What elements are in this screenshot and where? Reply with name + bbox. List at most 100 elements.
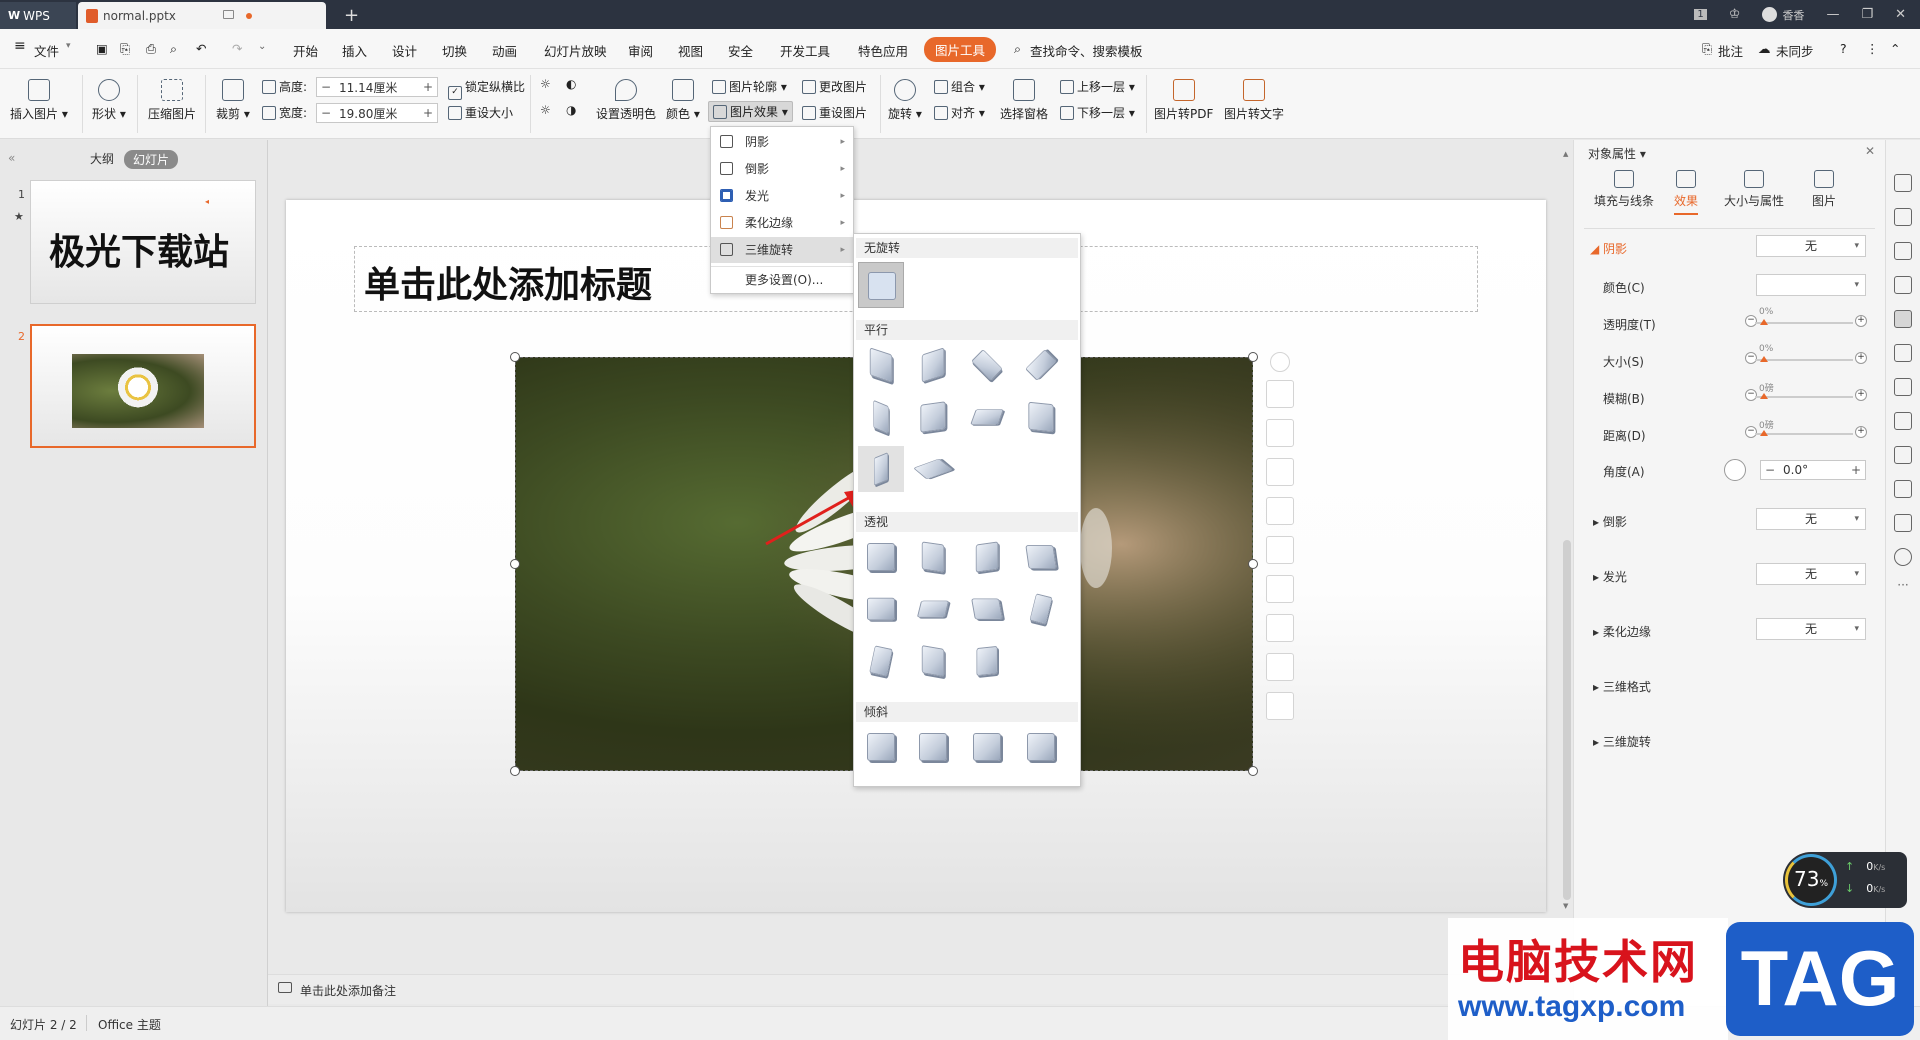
- chevron-down-icon[interactable]: ▾: [66, 41, 71, 51]
- notes-placeholder[interactable]: 单击此处添加备注: [300, 982, 396, 999]
- set-transparent-button[interactable]: 设置透明色: [596, 79, 656, 122]
- reflection-preset-select[interactable]: 无: [1756, 508, 1866, 530]
- compress-picture-button[interactable]: 压缩图片: [148, 79, 196, 122]
- shadow-preset-select[interactable]: 无: [1756, 235, 1866, 257]
- pin-icon[interactable]: [1894, 174, 1912, 192]
- height-input[interactable]: −11.14厘米 +: [316, 77, 438, 97]
- combine-icon[interactable]: [1266, 614, 1294, 642]
- command-search[interactable]: 查找命令、搜索模板: [1030, 41, 1143, 60]
- print-icon[interactable]: ⎙: [146, 41, 156, 57]
- shapes-icon[interactable]: [1894, 242, 1912, 260]
- tab-picture[interactable]: 图片: [1784, 170, 1864, 209]
- menu-item-reflection[interactable]: 倒影 ▸: [711, 156, 853, 182]
- parallel-option-5[interactable]: [858, 394, 904, 440]
- 3d-rotation-section-toggle[interactable]: ▸ 三维旋转: [1593, 733, 1651, 750]
- parallel-option-1[interactable]: [858, 342, 904, 388]
- help-icon[interactable]: ?: [1840, 41, 1847, 56]
- vertical-scrollbar[interactable]: ▲ ▼: [1562, 150, 1572, 910]
- annotate-icon[interactable]: ⎘: [1702, 41, 1712, 57]
- align-button[interactable]: 对齐 ▾: [934, 104, 985, 121]
- slider-thumb[interactable]: [1760, 319, 1768, 325]
- parallel-option-7[interactable]: [964, 394, 1010, 440]
- decrease-width-icon[interactable]: −: [317, 106, 335, 120]
- size-slider[interactable]: −0% +: [1745, 344, 1867, 366]
- oblique-option-3[interactable]: [964, 724, 1010, 770]
- reflection-section-toggle[interactable]: ▸ 倒影: [1593, 513, 1627, 530]
- brightness-up-icon[interactable]: ☼: [540, 77, 551, 91]
- audio-icon[interactable]: [1894, 446, 1912, 464]
- perspective-option-1[interactable]: [858, 534, 904, 580]
- more-icon[interactable]: ⋮: [1866, 41, 1879, 56]
- increase-height-icon[interactable]: +: [419, 80, 437, 94]
- close-icon[interactable]: ✕: [1895, 7, 1906, 22]
- minus-icon[interactable]: −: [1745, 315, 1757, 327]
- angle-dial[interactable]: [1724, 459, 1746, 481]
- resize-handle-se[interactable]: [1248, 766, 1258, 776]
- increase-width-icon[interactable]: +: [419, 106, 437, 120]
- parallel-option-10[interactable]: [910, 446, 956, 492]
- layers-icon[interactable]: [1266, 380, 1294, 408]
- oblique-option-1[interactable]: [858, 724, 904, 770]
- zoom-icon[interactable]: [1266, 497, 1294, 525]
- properties-icon[interactable]: [1894, 310, 1912, 328]
- 3d-format-section-toggle[interactable]: ▸ 三维格式: [1593, 678, 1651, 695]
- collapse-toolbar-icon[interactable]: [1270, 352, 1290, 372]
- resize-handle-w[interactable]: [510, 559, 520, 569]
- perspective-option-4[interactable]: [1018, 534, 1064, 580]
- collapse-panel-icon[interactable]: «: [8, 151, 15, 165]
- speed-widget[interactable]: 73% ↑ 0K/s ↓ 0K/s: [1783, 852, 1907, 908]
- close-panel-icon[interactable]: ✕: [1865, 144, 1875, 158]
- menu-developer[interactable]: 开发工具: [780, 41, 830, 60]
- unsaved-dot-icon[interactable]: [246, 13, 252, 19]
- layout-switch-icon[interactable]: 1: [1694, 9, 1707, 20]
- parallel-option-9-selected[interactable]: [858, 446, 904, 492]
- decrease-height-icon[interactable]: −: [317, 80, 335, 94]
- scroll-thumb[interactable]: [1563, 540, 1571, 900]
- new-tab-button[interactable]: +: [336, 2, 367, 29]
- crop-tool-icon[interactable]: [1266, 419, 1294, 447]
- shadow-color-select[interactable]: [1756, 274, 1866, 296]
- menu-animation[interactable]: 动画: [492, 41, 517, 60]
- menu-view[interactable]: 视图: [678, 41, 703, 60]
- menu-design[interactable]: 设计: [392, 41, 417, 60]
- glow-section-toggle[interactable]: ▸ 发光: [1593, 568, 1627, 585]
- contrast-down-icon[interactable]: ◑: [566, 103, 576, 117]
- slider-thumb[interactable]: [1760, 356, 1768, 362]
- tab-size-properties[interactable]: 大小与属性: [1714, 170, 1794, 209]
- rotate-button[interactable]: 旋转 ▾: [888, 79, 922, 122]
- shape-button[interactable]: 形状 ▾: [92, 79, 126, 122]
- erase-icon[interactable]: [1266, 692, 1294, 720]
- document-tab[interactable]: normal.pptx: [78, 2, 326, 29]
- scan-icon[interactable]: [1266, 536, 1294, 564]
- perspective-option-11[interactable]: [964, 638, 1010, 684]
- send-backward-button[interactable]: 下移一层 ▾: [1060, 104, 1135, 121]
- group-button[interactable]: 组合 ▾: [934, 78, 985, 95]
- panel-title[interactable]: 对象属性 ▾: [1588, 145, 1646, 162]
- menu-security[interactable]: 安全: [728, 41, 753, 60]
- perspective-option-5[interactable]: [858, 586, 904, 632]
- save-icon[interactable]: ▣: [96, 41, 108, 56]
- glow-preset-select[interactable]: 无: [1756, 563, 1866, 585]
- cloud-icon[interactable]: ☁: [1758, 41, 1771, 56]
- perspective-option-2[interactable]: [910, 534, 956, 580]
- wps-home-tab[interactable]: W WPS: [0, 2, 76, 29]
- menu-item-more-settings[interactable]: 更多设置(O)...: [711, 267, 853, 293]
- copy-style-icon[interactable]: [1894, 208, 1912, 226]
- reset-size-button[interactable]: 重设大小: [448, 104, 513, 121]
- angle-input[interactable]: −0.0° +: [1760, 460, 1866, 480]
- selection-pane-button[interactable]: 选择窗格: [1000, 79, 1048, 122]
- plus-icon[interactable]: +: [1855, 426, 1867, 438]
- picture-to-text-button[interactable]: 图片转文字: [1224, 79, 1284, 122]
- change-picture-button[interactable]: 更改图片: [802, 78, 867, 95]
- resize-handle-nw[interactable]: [510, 352, 520, 362]
- menu-item-shadow[interactable]: 阴影 ▸: [711, 129, 853, 155]
- distance-slider[interactable]: −0磅 +: [1745, 421, 1867, 440]
- soft-edges-section-toggle[interactable]: ▸ 柔化边缘: [1593, 623, 1651, 640]
- reset-picture-button[interactable]: 重设图片: [802, 104, 867, 121]
- transparency-slider[interactable]: −0% +: [1745, 307, 1867, 329]
- width-input[interactable]: −19.80厘米 +: [316, 103, 438, 123]
- plus-icon[interactable]: +: [1855, 389, 1867, 401]
- history-icon[interactable]: [1894, 514, 1912, 532]
- collapse-ribbon-icon[interactable]: ⌃: [1890, 41, 1900, 56]
- menu-item-soft-edges[interactable]: 柔化边缘 ▸: [711, 210, 853, 236]
